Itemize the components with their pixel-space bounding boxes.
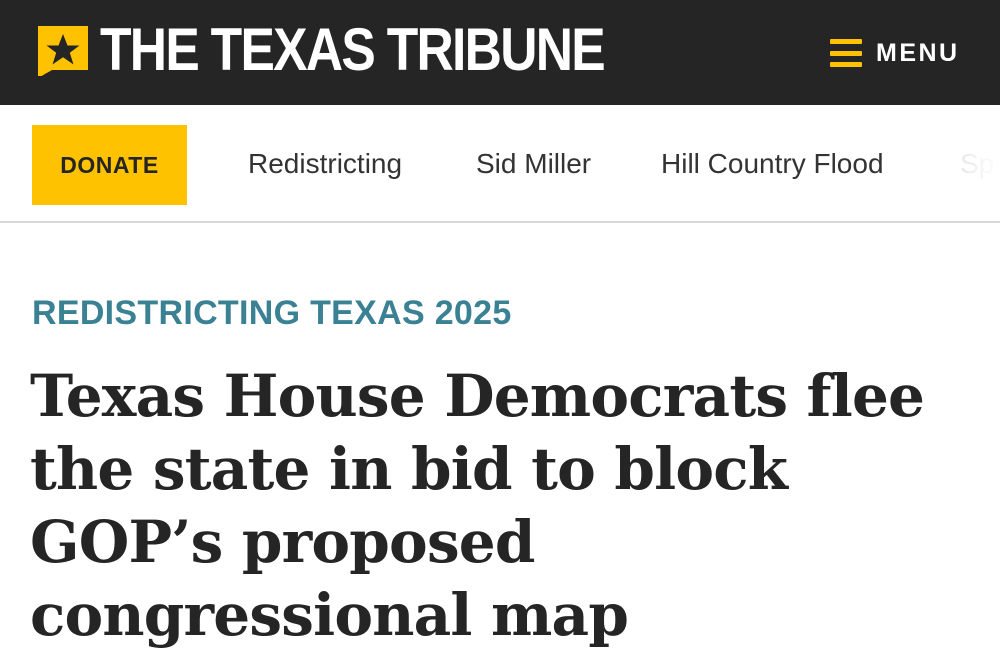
donate-button[interactable]: DONATE: [32, 125, 187, 205]
hamburger-icon: [830, 39, 862, 67]
nav-item-sid-miller[interactable]: Sid Miller: [476, 145, 591, 183]
article-headline: Texas House Democrats flee the state in …: [30, 362, 925, 649]
masthead: THE TEXAS TRIBUNE MENU: [0, 0, 1000, 105]
nav-item-hill-country-flood[interactable]: Hill Country Flood: [661, 145, 884, 183]
nav-item-truncated[interactable]: Sp: [960, 145, 994, 183]
nav-item-redistricting[interactable]: Redistricting: [248, 145, 402, 183]
topic-nav: DONATE Redistricting Sid Miller Hill Cou…: [0, 105, 1000, 223]
star-badge-icon[interactable]: [38, 26, 88, 76]
menu-label: MENU: [876, 38, 960, 67]
menu-button[interactable]: MENU: [830, 34, 960, 72]
site-logo[interactable]: THE TEXAS TRIBUNE: [100, 14, 606, 86]
article-kicker[interactable]: REDISTRICTING TEXAS 2025: [32, 292, 512, 334]
